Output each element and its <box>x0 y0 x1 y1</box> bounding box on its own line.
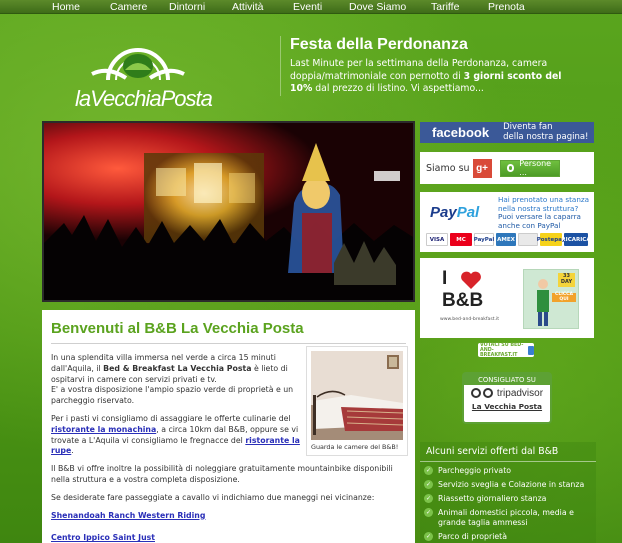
promo-title: Festa della Perdonanza <box>290 36 468 53</box>
nav-dove-siamo[interactable]: Dove Siamo <box>349 1 431 13</box>
promo-box: Festa della Perdonanza Last Minute per l… <box>280 36 580 96</box>
google-plus-box: Siamo su g+ Persone ... <box>420 152 594 184</box>
promo-text: Last Minute per la settimana della Perdo… <box>290 58 562 94</box>
site-logo[interactable]: laVecchiaPosta <box>70 30 215 112</box>
bike-paragraph: Il B&B vi offre inoltre la possibilità d… <box>51 464 393 484</box>
day-badge: 33 DAY <box>558 273 575 287</box>
paypal-text: Hai prenotato una stanza nella nostra st… <box>498 195 590 230</box>
nav-tariffe[interactable]: Tariffe <box>431 1 488 13</box>
logo-wordmark: laVecchiaPosta <box>75 86 213 111</box>
dining-paragraph: Per i pasti vi consigliamo di assaggiare… <box>51 413 300 456</box>
room-photo <box>311 351 403 440</box>
google-plus-button[interactable]: Persone ... <box>499 159 560 177</box>
amex-card-icon: AMEX <box>496 233 516 246</box>
paypal-card-icon: PayPal <box>474 233 494 246</box>
list-item: ✓ Riassetto giornaliero stanza <box>424 494 547 503</box>
intro-paragraph: In una splendita villa immersa nel verde… <box>51 353 294 406</box>
tripadvisor-logo: tripadvisor <box>464 387 550 399</box>
facebook-logo: facebook <box>432 125 490 140</box>
google-plus-label: Siamo su <box>426 162 470 174</box>
postepay-card-icon: Postepay <box>537 233 565 246</box>
photo-caption: Guarda le camere del B&B! <box>311 443 399 451</box>
check-icon: ✓ <box>424 532 433 541</box>
i-love-bnb-logo[interactable]: I B&B www.bed-and-breakfast.it <box>440 268 499 328</box>
nav-prenota[interactable]: Prenota <box>488 1 548 13</box>
vote-text: VOTACI SU BED-AND-BREAKFAST.IT <box>480 342 524 358</box>
owl-icon <box>470 387 495 399</box>
nav-camere[interactable]: Camere <box>110 1 169 13</box>
services-box: Alcuni servizi offerti dal B&B ✓ Parchegg… <box>420 442 596 543</box>
list-item: ✓ Servizio sveglia e Colazione in stanza <box>424 480 585 489</box>
check-icon: ✓ <box>424 508 433 517</box>
room-photo-box[interactable]: Guarda le camere del B&B! <box>306 346 408 456</box>
link-shenandoah-ranch[interactable]: Shenandoah Ranch Western Riding <box>51 511 205 520</box>
facebook-fan-text: Diventa fan della nostra pagina! <box>503 122 589 142</box>
main-nav: Home Camere Dintorni Attività Eventi Dov… <box>0 0 622 14</box>
main-content: Benvenuti al B&B La Vecchia Posta In una… <box>42 310 415 543</box>
services-list: ✓ Parcheggio privato ✓ Servizio sveglia e … <box>420 462 596 542</box>
paypal-logo: PayPal <box>430 204 480 221</box>
check-icon: ✓ <box>424 480 433 489</box>
link-centro-ippico[interactable]: Centro Ippico Saint Just <box>51 533 155 542</box>
promo-ad-banner[interactable]: 33 DAY CLICCA QUI <box>523 269 579 329</box>
person-figure <box>537 279 549 326</box>
circle-icon <box>506 164 515 172</box>
page-title: Benvenuti al B&B La Vecchia Posta <box>51 320 406 344</box>
check-icon: ✓ <box>424 466 433 475</box>
google-plus-icon[interactable]: g+ <box>472 158 492 178</box>
horse-paragraph: Se desiderate fare passeggiate a cavallo… <box>51 492 375 502</box>
list-item: ✓ Animali domestici piccola, media e gran… <box>424 508 574 527</box>
nav-dintorni[interactable]: Dintorni <box>169 1 232 13</box>
bnb-box: I B&B www.bed-and-breakfast.it 33 DAY CL… <box>420 258 594 338</box>
tripadvisor-header: CONSIGLIATO SU <box>464 374 550 385</box>
nav-attivita[interactable]: Attività <box>232 1 293 13</box>
link-ristorante-monachina[interactable]: ristorante la monachina <box>51 425 156 434</box>
basilica-night-photo <box>44 123 413 300</box>
clicca-qui-button[interactable]: CLICCA QUI <box>552 292 576 302</box>
tripadvisor-badge[interactable]: CONSIGLIATO SU tripadvisor La Vecchia Po… <box>462 372 552 424</box>
nav-home[interactable]: Home <box>52 1 110 13</box>
vote-badge[interactable]: VOTACI SU BED-AND-BREAKFAST.IT <box>478 342 534 358</box>
payment-cards: VISA MC PayPal AMEX Postepay RICARICA <box>426 233 591 246</box>
facebook-fan-box[interactable]: facebook Diventa fan della nostra pagina! <box>420 122 594 143</box>
vote-icon <box>528 345 534 355</box>
bank-card-icon <box>518 233 538 246</box>
paypal-box[interactable]: PayPal Hai prenotato una stanza nella no… <box>420 192 594 252</box>
services-title: Alcuni servizi offerti dal B&B <box>420 442 596 462</box>
visa-card-icon: VISA <box>426 233 448 246</box>
post-horn-icon <box>91 48 185 81</box>
check-icon: ✓ <box>424 494 433 503</box>
hero-image <box>42 121 415 302</box>
list-item: ✓ Parcheggio privato <box>424 466 512 475</box>
nav-eventi[interactable]: Eventi <box>293 1 349 13</box>
list-item: ✓ Parco di proprietà <box>424 532 507 541</box>
tripadvisor-link[interactable]: La Vecchia Posta <box>464 402 550 411</box>
mastercard-icon: MC <box>450 233 472 246</box>
ricarica-card-icon: RICARICA <box>561 233 591 246</box>
heart-icon <box>461 271 481 289</box>
